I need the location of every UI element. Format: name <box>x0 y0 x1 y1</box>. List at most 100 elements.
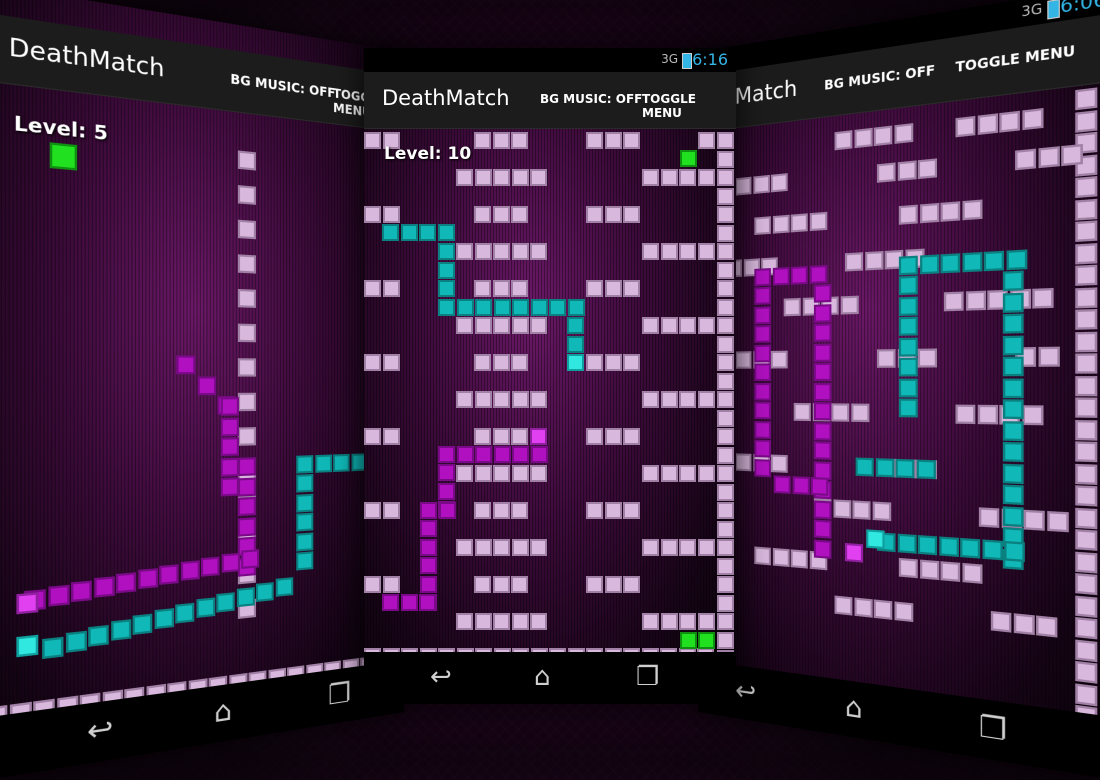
wall-block <box>717 539 734 556</box>
snake-magenta-segment <box>93 576 115 598</box>
snake-cyan-segment <box>981 539 1003 561</box>
wall-block <box>623 428 640 445</box>
wall-block <box>1075 441 1098 463</box>
wall-block <box>492 354 510 371</box>
toggle-menu-button[interactable]: TOGGLE MENU <box>955 43 1075 76</box>
wall-block <box>1075 463 1098 485</box>
wall-block <box>999 110 1020 133</box>
recent-apps-icon[interactable]: ❐ <box>636 664 659 690</box>
snake-cyan-segment <box>1005 249 1027 271</box>
snake-magenta-segment <box>220 457 239 477</box>
wall-block <box>1015 148 1037 171</box>
snake-magenta-segment <box>237 476 256 497</box>
wall-block <box>382 428 400 445</box>
wall-block <box>511 206 528 223</box>
snake-cyan-segment <box>567 317 584 334</box>
home-icon[interactable]: ⌂ <box>845 691 863 726</box>
snake-cyan-segment <box>236 587 255 608</box>
snake-magenta-segment <box>237 457 256 477</box>
back-icon[interactable]: ↩ <box>735 675 756 709</box>
wall-block <box>977 404 998 425</box>
home-icon[interactable]: ⌂ <box>214 695 232 730</box>
snake-cyan-segment <box>1002 270 1024 292</box>
level-label: Level: 10 <box>384 144 472 164</box>
recent-apps-icon[interactable]: ❐ <box>979 710 1007 749</box>
wall-block <box>917 348 938 368</box>
wall-block <box>1075 176 1098 199</box>
snake-cyan-segment <box>419 224 436 241</box>
wall-block <box>679 391 696 408</box>
snake-magenta-segment <box>754 458 771 477</box>
snake-magenta-segment <box>176 355 196 375</box>
wall-block <box>642 539 659 556</box>
snake-cyan-segment <box>898 296 918 316</box>
snake-magenta-segment <box>220 477 239 497</box>
snake-cyan-segment <box>437 224 455 241</box>
home-icon[interactable]: ⌂ <box>534 664 551 690</box>
wall-block <box>237 288 256 308</box>
wall-block <box>1075 220 1098 242</box>
wall-block <box>1021 405 1043 426</box>
wall-block <box>717 446 734 464</box>
snake-magenta-segment <box>792 476 810 495</box>
wall-block <box>493 613 510 630</box>
wall-block <box>717 243 734 260</box>
wall-block <box>697 391 715 408</box>
wall-block <box>1075 397 1098 418</box>
app-title: DeathMatch <box>8 32 165 83</box>
bg-music-button[interactable]: BG MUSIC: OFF <box>230 71 335 100</box>
wall-block <box>698 132 715 149</box>
wall-block <box>511 280 528 297</box>
wall-block <box>586 354 603 371</box>
recent-apps-icon[interactable]: ❐ <box>328 678 351 712</box>
wall-block <box>1075 264 1098 286</box>
snake-magenta-segment <box>813 519 832 539</box>
snake-magenta-segment <box>400 594 418 611</box>
network-indicator: 3G <box>1021 0 1043 21</box>
wall-block <box>456 391 473 408</box>
phone-left: DeathMatch BG MUSIC: OFF TOGGLE MENU Lev… <box>0 0 405 780</box>
wall-block <box>852 500 871 520</box>
snake-cyan-head <box>567 354 584 371</box>
wall-block <box>511 539 529 556</box>
wall-block <box>586 576 603 593</box>
snake-cyan-segment <box>983 250 1005 272</box>
bg-music-button[interactable]: BG MUSIC: OFF <box>540 92 642 106</box>
wall-block <box>770 350 788 369</box>
snake-magenta-segment <box>419 594 436 611</box>
wall-block <box>679 169 696 186</box>
wall-block <box>474 576 491 593</box>
wall-block <box>456 243 473 260</box>
back-icon[interactable]: ↩ <box>430 664 452 690</box>
wall-block <box>237 219 256 240</box>
snake-cyan-segment <box>296 512 314 532</box>
wall-block <box>474 428 491 445</box>
wall-block <box>511 169 529 186</box>
wall-block <box>717 169 734 186</box>
wall-block <box>382 206 400 223</box>
wall-block <box>1075 242 1098 264</box>
wall-block <box>623 576 640 593</box>
wall-block <box>364 354 381 371</box>
snake-magenta-segment <box>493 446 511 463</box>
snake-cyan-segment <box>898 337 918 357</box>
wall-block <box>492 132 510 149</box>
snake-cyan-segment <box>530 299 548 316</box>
snake-cyan-segment <box>898 255 918 276</box>
back-icon[interactable]: ↩ <box>87 711 113 749</box>
wall-block <box>1075 551 1098 574</box>
wall-block <box>1046 510 1069 533</box>
wall-block <box>642 169 659 186</box>
snake-magenta-segment <box>420 538 437 556</box>
wall-block <box>697 539 715 556</box>
wall-block <box>1075 198 1098 221</box>
snake-magenta-segment <box>754 401 771 420</box>
wall-block <box>604 354 622 371</box>
wall-block <box>492 502 510 519</box>
wall-block <box>511 502 528 519</box>
toggle-menu-button[interactable]: TOGGLE MENU <box>642 92 736 120</box>
bg-music-button[interactable]: BG MUSIC: OFF <box>824 62 935 93</box>
snake-cyan-segment <box>961 251 982 273</box>
wall-block <box>790 213 808 233</box>
snake-cyan-segment <box>917 535 938 556</box>
